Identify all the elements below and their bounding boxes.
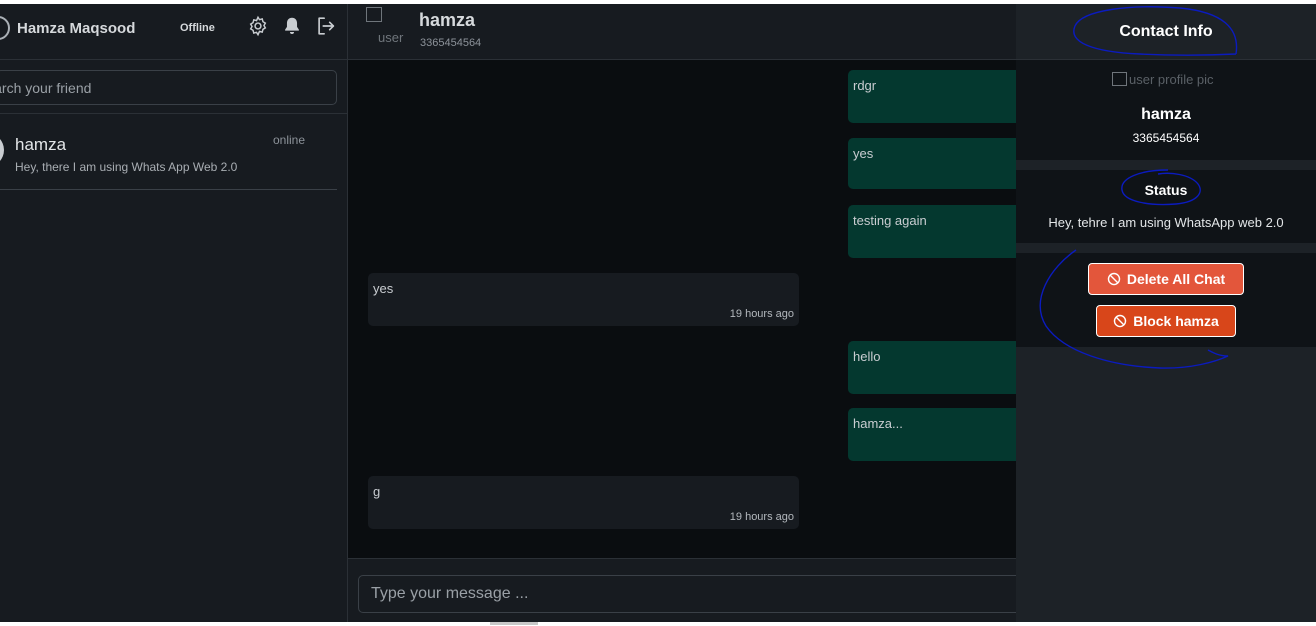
profile-card: user profile pic hamza 3365454564 bbox=[1016, 60, 1316, 160]
sidebar-header: Hamza Maqsood Offline bbox=[0, 4, 347, 60]
app-window: Hamza Maqsood Offline Search your friend… bbox=[0, 4, 1316, 624]
search-box bbox=[0, 70, 337, 105]
status-message: Hey, tehre I am using WhatsApp web 2.0 bbox=[1048, 215, 1284, 230]
message-outgoing: yes bbox=[848, 138, 1016, 189]
message-composer bbox=[348, 558, 1038, 624]
delete-all-chat-label: Delete All Chat bbox=[1126, 271, 1226, 287]
bell-icon[interactable] bbox=[281, 15, 303, 37]
status-label: Status bbox=[1144, 182, 1188, 198]
sidebar: Hamza Maqsood Offline Search your friend… bbox=[0, 4, 348, 623]
chat-header: user hamza 3365454564 bbox=[348, 4, 1016, 60]
chat-avatar-alt: user bbox=[378, 30, 404, 45]
message-outgoing: rdgr bbox=[848, 70, 1016, 123]
contact-actions: Delete All Chat Block hamza bbox=[1016, 253, 1316, 347]
user-name: Hamza Maqsood bbox=[17, 20, 136, 37]
chat-contact-phone: 3365454564 bbox=[420, 37, 482, 49]
contact-list-item[interactable]: hamza online Hey, there I am using Whats… bbox=[0, 127, 337, 190]
profile-pic: user profile pic bbox=[1112, 72, 1214, 87]
profile-pic-alt: user profile pic bbox=[1129, 72, 1214, 87]
delete-all-chat-button[interactable]: Delete All Chat bbox=[1088, 263, 1244, 295]
contact-avatar bbox=[0, 133, 4, 167]
contact-name: hamza bbox=[15, 135, 67, 154]
scrollbar-thumb[interactable] bbox=[490, 622, 538, 625]
contact-status: online bbox=[273, 133, 306, 147]
search-input[interactable] bbox=[0, 71, 317, 104]
message-time: 19 hours ago bbox=[729, 308, 794, 320]
message-text: g bbox=[373, 484, 381, 499]
logout-icon[interactable] bbox=[315, 15, 337, 37]
broken-image-icon bbox=[1112, 72, 1127, 86]
profile-phone: 3365454564 bbox=[1132, 131, 1200, 145]
message-list[interactable]: rdgr yes testing again yes 19 hours ago … bbox=[348, 60, 1016, 558]
contact-last-message: Hey, there I am using Whats App Web 2.0 bbox=[15, 160, 238, 174]
message-outgoing: hello bbox=[848, 341, 1016, 394]
avatar[interactable] bbox=[0, 16, 10, 40]
message-text: yes bbox=[373, 281, 394, 296]
message-text: hello bbox=[853, 349, 881, 364]
chat-avatar-image[interactable]: user bbox=[363, 6, 403, 50]
chat-contact-name: hamza bbox=[419, 10, 476, 30]
broken-image-icon bbox=[366, 7, 382, 22]
contact-info-header: Contact Info bbox=[1016, 4, 1316, 60]
message-outgoing: testing again bbox=[848, 205, 1016, 258]
message-incoming: g 19 hours ago bbox=[368, 476, 799, 529]
chat-panel: user hamza 3365454564 rdgr yes testing a… bbox=[348, 4, 1038, 624]
message-time: 19 hours ago bbox=[729, 511, 794, 523]
ban-icon bbox=[1107, 272, 1121, 286]
message-text: yes bbox=[853, 146, 874, 161]
gear-icon[interactable] bbox=[247, 15, 269, 37]
block-contact-button[interactable]: Block hamza bbox=[1096, 305, 1236, 337]
horizontal-scrollbar[interactable] bbox=[0, 622, 1316, 626]
block-contact-label: Block hamza bbox=[1133, 313, 1219, 329]
message-text: hamza... bbox=[853, 416, 903, 431]
message-text: rdgr bbox=[853, 78, 877, 93]
message-input[interactable] bbox=[358, 575, 1038, 613]
ban-icon bbox=[1113, 314, 1127, 328]
message-incoming: yes 19 hours ago bbox=[368, 273, 799, 326]
status-card: Status Hey, tehre I am using WhatsApp we… bbox=[1016, 170, 1316, 243]
divider bbox=[0, 113, 347, 114]
message-outgoing: hamza... bbox=[848, 408, 1016, 461]
profile-name: hamza bbox=[1141, 106, 1191, 123]
user-status: Offline bbox=[180, 22, 215, 34]
contact-info-panel: Contact Info user profile pic hamza 3365… bbox=[1016, 4, 1316, 623]
contact-info-title: Contact Info bbox=[1119, 23, 1213, 40]
message-text: testing again bbox=[853, 213, 927, 228]
